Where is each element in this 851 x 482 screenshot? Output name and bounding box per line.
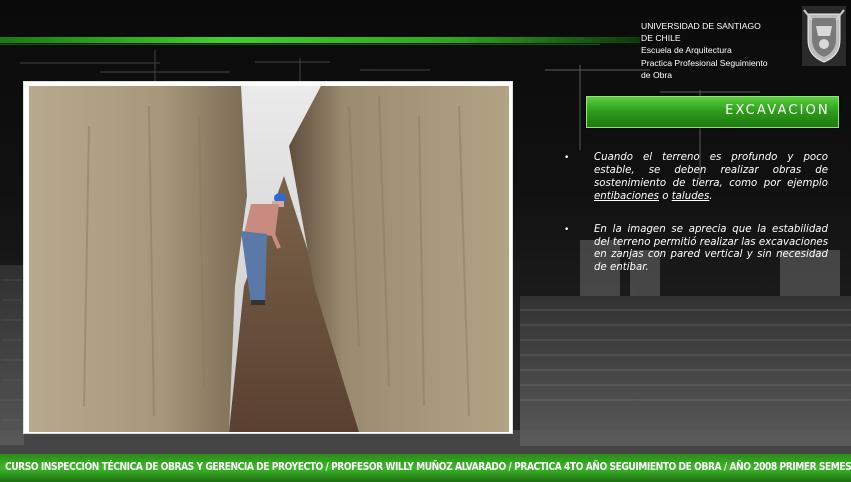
header-line: Practica Profesional Seguimiento <box>641 57 768 68</box>
header-line: DE CHILE <box>641 33 681 44</box>
bullet-text: Cuando el terreno es profundo y poco est… <box>594 152 828 189</box>
header-line: de Obra <box>641 69 673 80</box>
bullet-text: En la imagen se aprecia que la estabilid… <box>594 223 828 274</box>
entibaciones-link[interactable]: entibaciones <box>594 191 659 202</box>
header-line: UNIVERSIDAD DE SANTIAGO <box>641 21 761 31</box>
bullet-list: • Cuando el terreno es profundo y poco e… <box>560 152 828 275</box>
bullet-item: • Cuando el terreno es profundo y poco e… <box>560 152 828 204</box>
top-accent-bar <box>0 37 640 43</box>
slide: UNIVERSIDAD DE SANTIAGO DE CHILE Escuela… <box>0 0 851 482</box>
university-crest-icon <box>802 6 846 66</box>
top-accent-line <box>0 44 600 45</box>
footer-bar: CURSO INSPECCIÓN TÉCNICA DE OBRAS Y GERE… <box>0 454 851 482</box>
header-line: Escuela de Arquitectura <box>641 45 732 56</box>
bullet-item: • En la imagen se aprecia que la estabil… <box>560 224 828 276</box>
taludes-link[interactable]: taludes <box>672 191 710 202</box>
section-title: EXCAVACION <box>725 103 830 118</box>
bullet-text: o <box>658 190 672 202</box>
bullet-marker: • <box>564 224 570 235</box>
bullet-text: . <box>709 190 713 202</box>
institution-header: UNIVERSIDAD DE SANTIAGO DE CHILE Escuela… <box>641 20 801 81</box>
trench-excavation-photo <box>29 86 509 432</box>
bullet-marker: • <box>564 153 570 163</box>
section-title-box: EXCAVACION <box>586 96 839 128</box>
footer-text: CURSO INSPECCIÓN TÉCNICA DE OBRAS Y GERE… <box>5 461 851 473</box>
